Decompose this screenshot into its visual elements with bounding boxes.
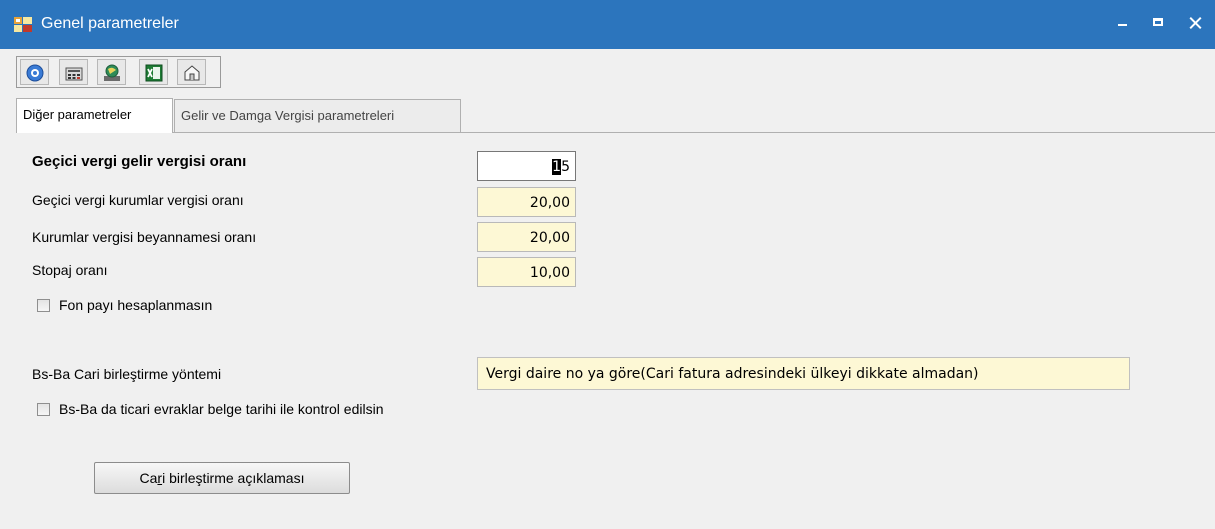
selected-text: 1	[552, 159, 562, 175]
app-icon	[14, 17, 32, 32]
minimize-button[interactable]	[1112, 12, 1134, 34]
tab-gelir-damga-vergisi[interactable]: Gelir ve Damga Vergisi parametreleri	[174, 99, 461, 132]
excel-icon	[145, 64, 163, 82]
bsba-kontrol-checkbox[interactable]	[37, 402, 50, 416]
bsba-kontrol-label: Bs-Ba da ticari evraklar belge tarihi il…	[59, 401, 384, 417]
close-button[interactable]	[1184, 12, 1206, 34]
exit-icon	[184, 65, 200, 81]
unselected-text: 5	[561, 159, 570, 175]
excel-button[interactable]	[139, 59, 168, 85]
bsba-yontem-select[interactable]: Vergi daire no ya göre(Cari fatura adres…	[477, 357, 1130, 390]
button-label-prefix: Ca	[139, 470, 158, 486]
kurumlar-beyanname-label: Kurumlar vergisi beyannamesi oranı	[32, 229, 257, 245]
bsba-kontrol-checkbox-row[interactable]: Bs-Ba da ticari evraklar belge tarihi il…	[37, 400, 383, 418]
globe-icon	[104, 64, 120, 81]
gecici-gelir-input[interactable]: 15	[477, 151, 576, 181]
stopaj-input[interactable]: 10,00	[477, 257, 576, 287]
window-title: Genel parametreler	[41, 15, 179, 32]
gecici-kurumlar-label: Geçici vergi kurumlar vergisi oranı	[32, 192, 244, 208]
title-bar: Genel parametreler	[0, 0, 1215, 49]
bsba-yontem-label: Bs-Ba Cari birleştirme yöntemi	[32, 366, 222, 382]
stopaj-label: Stopaj oranı	[32, 262, 108, 278]
fon-payi-checkbox-row[interactable]: Fon payı hesaplanmasın	[37, 296, 212, 314]
gecici-kurumlar-input[interactable]: 20,00	[477, 187, 576, 217]
exit-button[interactable]	[177, 59, 206, 85]
button-label-suffix: i birleştirme açıklaması	[162, 470, 305, 486]
help-icon	[26, 64, 44, 82]
toolbar	[16, 56, 221, 88]
help-button[interactable]	[20, 59, 49, 85]
calculator-icon	[65, 67, 83, 81]
fon-payi-label: Fon payı hesaplanmasın	[59, 297, 213, 313]
globe-button[interactable]	[97, 59, 126, 85]
kurumlar-beyanname-input[interactable]: 20,00	[477, 222, 576, 252]
fon-payi-checkbox[interactable]	[37, 298, 50, 312]
tab-diger-parametreler[interactable]: Diğer parametreler	[16, 98, 173, 133]
maximize-button[interactable]	[1148, 12, 1170, 34]
gecici-gelir-label: Geçici vergi gelir vergisi oranı	[32, 153, 247, 170]
cari-birlestirme-aciklamasi-button[interactable]: Cari birleştirme açıklaması	[94, 462, 350, 494]
calculator-button[interactable]	[59, 59, 88, 85]
